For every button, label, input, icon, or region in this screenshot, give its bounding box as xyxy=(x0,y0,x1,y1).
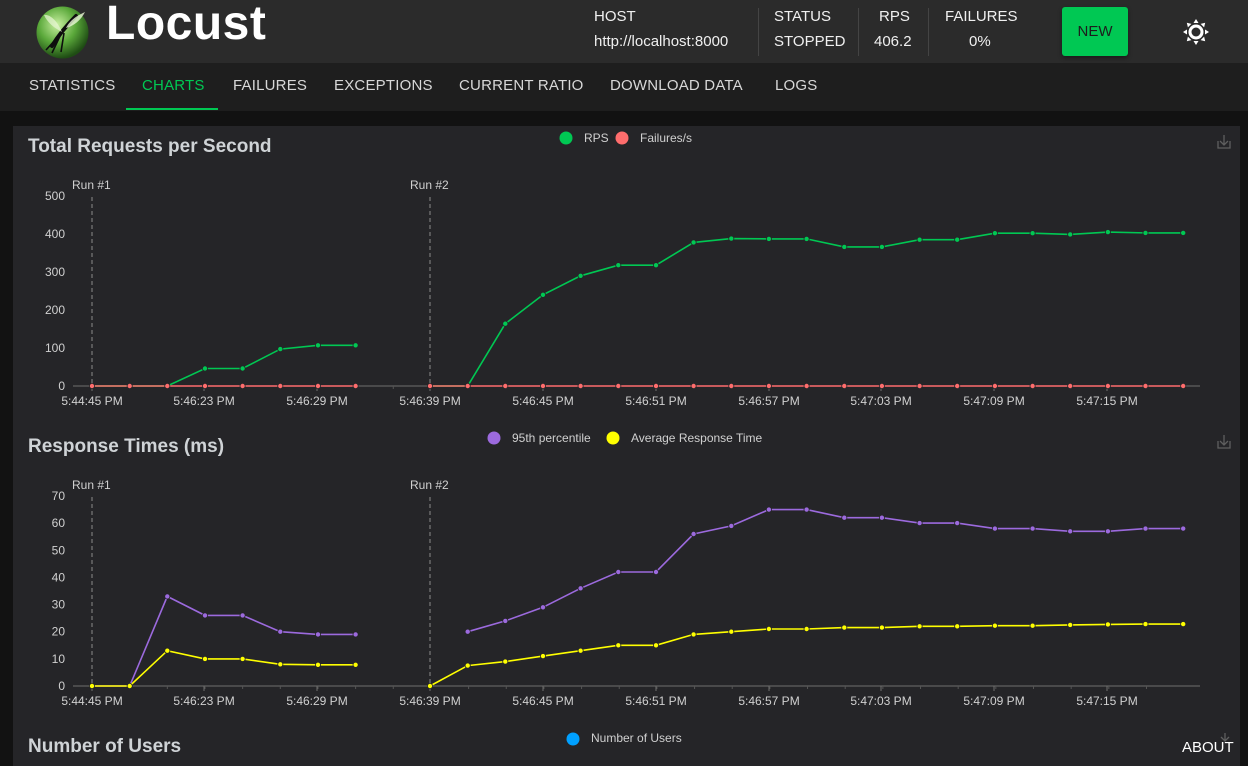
tab-bar: STATISTICS CHARTS FAILURES EXCEPTIONS CU… xyxy=(0,63,1248,111)
tab-charts[interactable]: CHARTS xyxy=(142,77,205,94)
chart-title-users: Number of Users xyxy=(28,736,182,757)
locust-logo-icon xyxy=(36,6,89,59)
about-link[interactable]: ABOUT xyxy=(1182,739,1234,756)
failures-label: FAILURES xyxy=(945,8,1018,25)
active-tab-indicator xyxy=(126,108,218,110)
new-test-button[interactable]: NEW xyxy=(1062,7,1128,56)
tab-logs[interactable]: LOGS xyxy=(775,77,817,94)
top-bar: Locust HOST http://localhost:8000 STATUS… xyxy=(0,0,1248,63)
status-value: STOPPED xyxy=(774,33,846,50)
host-value: http://localhost:8000 xyxy=(594,33,729,50)
app-logo-text: Locust xyxy=(106,0,267,50)
status-label: STATUS xyxy=(774,8,831,25)
header-divider xyxy=(928,8,929,56)
rps-value: 406.2 xyxy=(874,33,912,50)
tab-current-ratio[interactable]: CURRENT RATIO xyxy=(459,77,584,94)
failures-value: 0% xyxy=(969,33,991,50)
chart-title-response-times: Response Times (ms) xyxy=(28,436,225,457)
rps-label: RPS xyxy=(879,8,910,25)
header-divider xyxy=(858,8,859,56)
tab-exceptions[interactable]: EXCEPTIONS xyxy=(334,77,433,94)
sun-icon[interactable] xyxy=(1180,16,1212,48)
host-label: HOST xyxy=(594,8,636,25)
tab-statistics[interactable]: STATISTICS xyxy=(29,77,115,94)
tab-failures[interactable]: FAILURES xyxy=(233,77,307,94)
tab-download-data[interactable]: DOWNLOAD DATA xyxy=(610,77,743,94)
header-divider xyxy=(758,8,759,56)
chart-title-rps: Total Requests per Second xyxy=(28,136,272,157)
